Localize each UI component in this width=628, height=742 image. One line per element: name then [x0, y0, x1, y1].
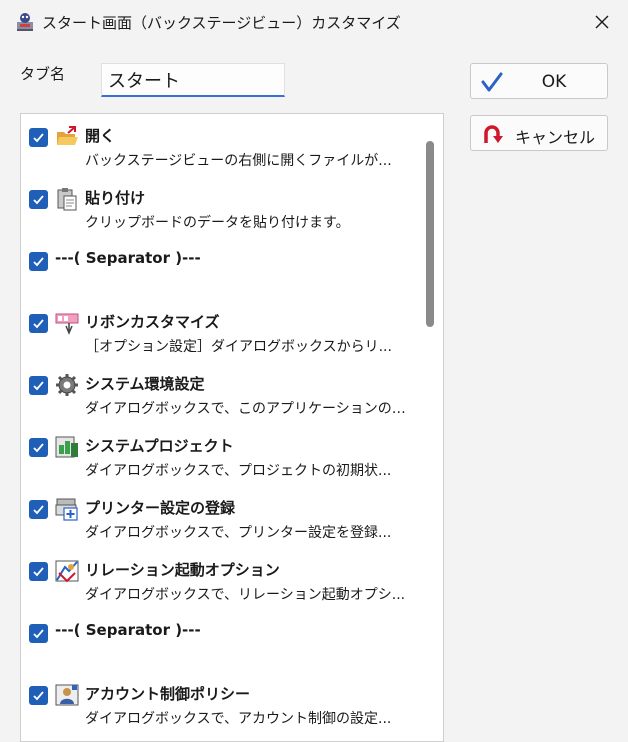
item-checkbox[interactable] [29, 562, 48, 581]
relation-option-icon [55, 559, 79, 583]
list-item[interactable]: リボンカスタマイズ ［オプション設定］ダイアログボックスからリ... [21, 300, 417, 362]
item-checkbox[interactable] [29, 314, 48, 333]
item-checkbox[interactable] [29, 252, 48, 271]
list-item-separator[interactable]: ---( Separator )--- [21, 238, 417, 300]
command-list-items: 開く バックステージビューの右側に開くファイルが... 貼り付け クリップボード… [21, 114, 417, 734]
item-title: 貼り付け [85, 189, 146, 207]
list-item[interactable]: 開く バックステージビューの右側に開くファイルが... [21, 114, 417, 176]
checkmark-icon [33, 319, 44, 329]
cancel-button[interactable]: キャンセル [470, 115, 608, 151]
title-bar: スタート画面（バックステージビュー）カスタマイズ [0, 0, 628, 44]
list-item[interactable]: システム環境設定 ダイアログボックスで、このアプリケーションのシ... [21, 362, 417, 424]
item-title: システムプロジェクト [85, 437, 234, 455]
item-title: リレーション起動オプション [85, 561, 280, 579]
item-description: ダイアログボックスで、リレーション起動オプシ... [85, 587, 406, 603]
app-icon [14, 11, 36, 33]
checkmark-icon [33, 133, 44, 143]
item-checkbox[interactable] [29, 686, 48, 705]
list-item[interactable]: リレーション起動オプション ダイアログボックスで、リレーション起動オプシ... [21, 548, 417, 610]
item-title: リボンカスタマイズ [85, 313, 220, 331]
close-icon [595, 15, 609, 29]
item-description: ダイアログボックスで、プリンター設定を登録... [85, 525, 392, 541]
command-list[interactable]: 開く バックステージビューの右側に開くファイルが... 貼り付け クリップボード… [20, 113, 444, 742]
item-title: アカウント制御ポリシー [85, 685, 251, 703]
item-checkbox[interactable] [29, 624, 48, 643]
item-checkbox[interactable] [29, 500, 48, 519]
ok-button-label: OK [541, 72, 567, 92]
checkmark-icon [33, 381, 44, 391]
item-description: ダイアログボックスで、プロジェクトの初期状... [85, 463, 392, 479]
cancel-button-label: キャンセル [515, 128, 596, 147]
list-item-separator[interactable]: ---( Separator )--- [21, 610, 417, 672]
tab-name-input[interactable] [101, 63, 285, 97]
ribbon-customize-icon [55, 311, 79, 335]
paste-icon [55, 187, 79, 211]
list-item[interactable]: システムプロジェクト ダイアログボックスで、プロジェクトの初期状... [21, 424, 417, 486]
list-item[interactable]: アカウント制御ポリシー ダイアログボックスで、アカウント制御の設定... [21, 672, 417, 734]
close-button[interactable] [584, 6, 620, 38]
item-description: ダイアログボックスで、アカウント制御の設定... [85, 711, 392, 727]
window-title: スタート画面（バックステージビュー）カスタマイズ [42, 14, 401, 32]
item-title: ---( Separator )--- [55, 249, 201, 267]
system-project-icon [55, 435, 79, 459]
ok-button[interactable]: OK [470, 63, 608, 99]
vertical-scrollbar[interactable] [418, 114, 443, 741]
item-title: 開く [85, 127, 116, 145]
item-title: システム環境設定 [85, 375, 205, 393]
item-checkbox[interactable] [29, 376, 48, 395]
item-checkbox[interactable] [29, 190, 48, 209]
item-title: ---( Separator )--- [55, 621, 201, 639]
item-description: ダイアログボックスで、このアプリケーションのシ... [85, 401, 415, 417]
checkmark-icon [33, 567, 44, 577]
list-item[interactable]: プリンター設定の登録 ダイアログボックスで、プリンター設定を登録... [21, 486, 417, 548]
item-description: クリップボードのデータを貼り付けます。 [85, 215, 350, 231]
item-checkbox[interactable] [29, 438, 48, 457]
undo-arrow-icon [481, 123, 503, 145]
item-description: バックステージビューの右側に開くファイルが... [85, 153, 392, 169]
printer-settings-icon [55, 497, 79, 521]
tab-name-label: タブ名 [20, 65, 66, 83]
scrollbar-thumb[interactable] [426, 141, 434, 327]
checkmark-icon [33, 629, 44, 639]
list-item[interactable]: 貼り付け クリップボードのデータを貼り付けます。 [21, 176, 417, 238]
item-description: ［オプション設定］ダイアログボックスからリ... [85, 339, 392, 355]
checkmark-icon [33, 257, 44, 267]
item-checkbox[interactable] [29, 128, 48, 147]
account-policy-icon [55, 683, 79, 707]
item-title: プリンター設定の登録 [85, 499, 236, 517]
checkmark-icon [33, 195, 44, 205]
checkmark-icon [33, 505, 44, 515]
checkmark-icon [33, 443, 44, 453]
folder-open-icon [55, 125, 79, 149]
checkmark-icon [33, 691, 44, 701]
gear-icon [55, 373, 79, 397]
